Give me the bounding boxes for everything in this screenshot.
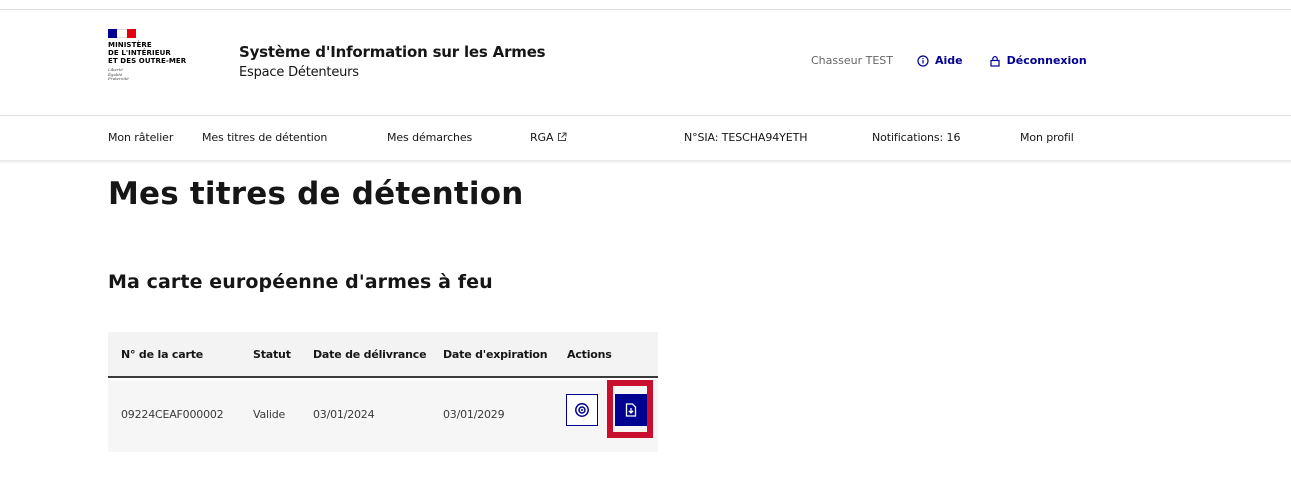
service-name[interactable]: Système d'Information sur les Armes Espa… xyxy=(239,43,546,80)
nav-item-notifications[interactable]: Notifications: 16 xyxy=(872,131,960,144)
nav-item-rga-label: RGA xyxy=(530,131,554,144)
column-header: Statut xyxy=(253,348,291,361)
card-status: Valide xyxy=(253,408,286,421)
nav-item-mes-demarches[interactable]: Mes démarches xyxy=(387,131,472,144)
help-link[interactable]: Aide xyxy=(917,54,963,67)
eye-icon xyxy=(575,403,589,417)
view-card-button[interactable] xyxy=(566,394,598,426)
service-title: Système d'Information sur les Armes xyxy=(239,43,546,61)
logout-link[interactable]: Déconnexion xyxy=(989,54,1087,67)
header-tools: Chasseur TEST Aide Déconnexion xyxy=(811,54,1087,67)
download-card-button[interactable] xyxy=(615,394,647,426)
logout-label: Déconnexion xyxy=(1006,54,1087,67)
download-file-icon xyxy=(625,403,637,417)
expiry-date: 03/01/2029 xyxy=(443,408,505,421)
column-header: Date d'expiration xyxy=(443,348,548,361)
flag-icon xyxy=(108,29,136,38)
user-name: Chasseur TEST xyxy=(811,54,893,67)
card-number: 09224CEAF000002 xyxy=(121,408,224,421)
devise: Liberté Égalité Fraternité xyxy=(108,67,218,82)
section-title: Ma carte européenne d'armes à feu xyxy=(108,271,493,293)
ministry-name: Ministère de l'Intérieur et des Outre-Me… xyxy=(108,41,218,65)
page-title: Mes titres de détention xyxy=(108,176,524,212)
column-header: Date de délivrance xyxy=(313,348,427,361)
nav-item-mon-profil[interactable]: Mon profil xyxy=(1020,131,1074,144)
nav-item-nsia[interactable]: N°SIA: TESCHA94YETH xyxy=(684,131,807,144)
column-header: N° de la carte xyxy=(121,348,204,361)
ministry-line: Ministère xyxy=(108,41,152,49)
nav-item-mon-ratelier[interactable]: Mon râtelier xyxy=(108,131,173,144)
table-row: 09224CEAF000002 Valide 03/01/2024 03/01/… xyxy=(108,380,658,452)
table-header-row: N° de la carte Statut Date de délivrance… xyxy=(108,332,658,378)
column-header: Actions xyxy=(567,348,612,361)
nav-divider xyxy=(0,160,1291,164)
help-label: Aide xyxy=(934,54,963,67)
devise-line: Fraternité xyxy=(108,76,129,81)
nav-item-mes-titres[interactable]: Mes titres de détention xyxy=(202,131,327,144)
ministry-line: et des Outre-Mer xyxy=(108,57,187,65)
issue-date: 03/01/2024 xyxy=(313,408,375,421)
ministry-logo[interactable]: Ministère de l'Intérieur et des Outre-Me… xyxy=(108,29,218,82)
main-nav: Mon râtelier Mes titres de détention Mes… xyxy=(0,116,1291,160)
nav-item-rga[interactable]: RGA xyxy=(530,131,567,144)
lock-icon xyxy=(990,55,1000,67)
service-subtitle: Espace Détenteurs xyxy=(239,65,359,80)
info-icon xyxy=(917,54,929,67)
ministry-line: de l'Intérieur xyxy=(108,49,171,57)
external-link-icon xyxy=(558,132,567,141)
cards-table: N° de la carte Statut Date de délivrance… xyxy=(108,332,658,452)
site-header: Ministère de l'Intérieur et des Outre-Me… xyxy=(0,10,1291,116)
